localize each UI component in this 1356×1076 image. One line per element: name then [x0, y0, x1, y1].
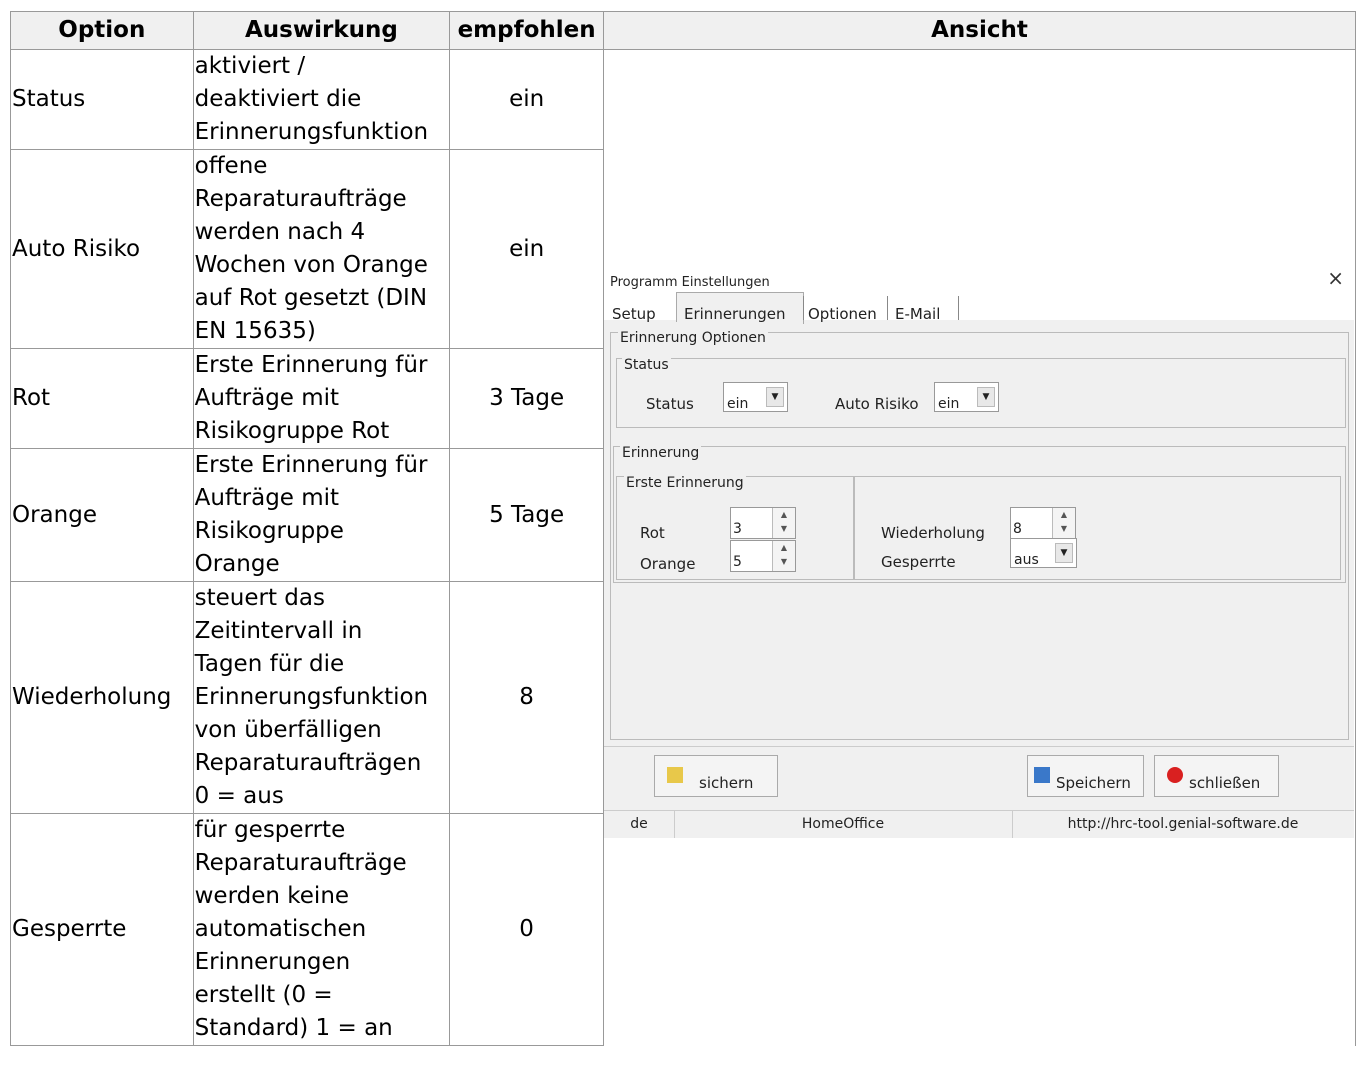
rot-spinner[interactable]: 3 ▲ ▼	[730, 506, 796, 539]
cell-recommended: 5 Tage	[449, 448, 604, 582]
header-empfohlen: empfohlen	[449, 11, 604, 50]
cell-recommended: ein	[449, 49, 604, 150]
auto-risiko-dropdown[interactable]: ein ▼	[934, 381, 999, 412]
chevron-down-icon[interactable]: ▼	[1055, 542, 1073, 563]
cell-option: Status	[10, 49, 194, 150]
cell-effect: für gesperrte Reparaturaufträge werden k…	[192, 813, 451, 1046]
dialog-titlebar: Programm Einstellungen ×	[604, 257, 1354, 290]
schliessen-label: schließen	[1189, 773, 1261, 792]
group-erinnerung-label: Erinnerung	[620, 436, 702, 470]
close-icon	[1167, 766, 1183, 783]
sichern-label: sichern	[699, 773, 754, 792]
speichern-label: Speichern	[1056, 773, 1131, 792]
cell-option: Wiederholung	[10, 581, 194, 814]
chevron-down-icon[interactable]: ▼	[766, 386, 784, 407]
tab-email[interactable]: E-Mail	[895, 298, 940, 331]
cell-effect: offene Reparaturaufträge werden nach 4 W…	[192, 149, 451, 349]
group-erste-erinnerung-label: Erste Erinnerung	[624, 466, 746, 500]
cell-recommended: 8	[449, 581, 604, 814]
gesperrte-value: aus	[1014, 551, 1039, 568]
table-row: Status aktiviert / deaktiviert die Erinn…	[10, 49, 1356, 1046]
cell-option: Rot	[10, 348, 194, 449]
cell-effect: aktiviert / deaktiviert die Erinnerungsf…	[192, 49, 451, 150]
status-language: de	[604, 810, 675, 838]
sichern-icon	[667, 766, 683, 783]
status-value: ein	[727, 395, 749, 412]
cell-effect: Erste Erinnerung für Aufträge mit Risiko…	[192, 348, 451, 449]
cell-recommended: 0	[449, 813, 604, 1046]
cell-ansicht: Programm Einstellungen × Setup Erinnerun…	[603, 49, 1356, 1046]
status-dropdown[interactable]: ein ▼	[723, 381, 788, 412]
wiederholung-spinner[interactable]: 8 ▲ ▼	[1010, 506, 1076, 539]
status-profile: HomeOffice	[674, 810, 1013, 838]
gesperrte-label: Gesperrte	[881, 552, 956, 571]
sichern-button[interactable]: sichern	[654, 754, 778, 797]
button-bar: sichern Speichern schließen	[604, 745, 1354, 809]
orange-spinner[interactable]: 5 ▲ ▼	[730, 539, 796, 572]
save-icon	[1034, 766, 1050, 783]
chevron-down-icon[interactable]: ▼	[977, 386, 995, 407]
spinner-buttons[interactable]: ▲ ▼	[772, 507, 795, 538]
rot-label: Rot	[640, 523, 665, 542]
status-bar: de HomeOffice http://hrc-tool.genial-sof…	[604, 809, 1354, 838]
auto-risiko-value: ein	[938, 395, 960, 412]
auto-risiko-label: Auto Risiko	[835, 394, 919, 413]
tab-separator	[803, 295, 804, 320]
cell-recommended: ein	[449, 149, 604, 349]
tab-separator	[958, 295, 959, 320]
cell-option: Auto Risiko	[10, 149, 194, 349]
cell-option: Gesperrte	[10, 813, 194, 1046]
header-auswirkung: Auswirkung	[192, 11, 451, 50]
status-label: Status	[646, 394, 694, 413]
settings-dialog: Programm Einstellungen × Setup Erinnerun…	[604, 257, 1354, 838]
tab-bar: Setup Erinnerungen Optionen E-Mail	[604, 289, 1354, 324]
speichern-button[interactable]: Speichern	[1027, 754, 1144, 797]
gesperrte-dropdown[interactable]: aus ▼	[1010, 537, 1077, 568]
spinner-buttons[interactable]: ▲ ▼	[772, 540, 795, 571]
tab-optionen[interactable]: Optionen	[808, 298, 877, 331]
table-header-row: Option Auswirkung empfohlen Ansicht	[10, 11, 1356, 50]
status-url: http://hrc-tool.genial-software.de	[1067, 815, 1299, 832]
cell-recommended: 3 Tage	[449, 348, 604, 449]
header-option: Option	[10, 11, 194, 50]
tab-separator	[887, 295, 888, 320]
schliessen-button[interactable]: schließen	[1154, 754, 1279, 797]
cell-effect: Erste Erinnerung für Aufträge mit Risiko…	[192, 448, 451, 582]
orange-value: 5	[733, 553, 742, 570]
spinner-buttons[interactable]: ▲ ▼	[1052, 507, 1075, 538]
cell-effect: steuert das Zeitintervall in Tagen für d…	[192, 581, 451, 814]
documentation-table: Option Auswirkung empfohlen Ansicht Stat…	[10, 11, 1356, 1046]
cell-option: Orange	[10, 448, 194, 582]
orange-label: Orange	[640, 554, 696, 573]
header-ansicht: Ansicht	[603, 11, 1356, 50]
group-status-label: Status	[622, 348, 671, 382]
